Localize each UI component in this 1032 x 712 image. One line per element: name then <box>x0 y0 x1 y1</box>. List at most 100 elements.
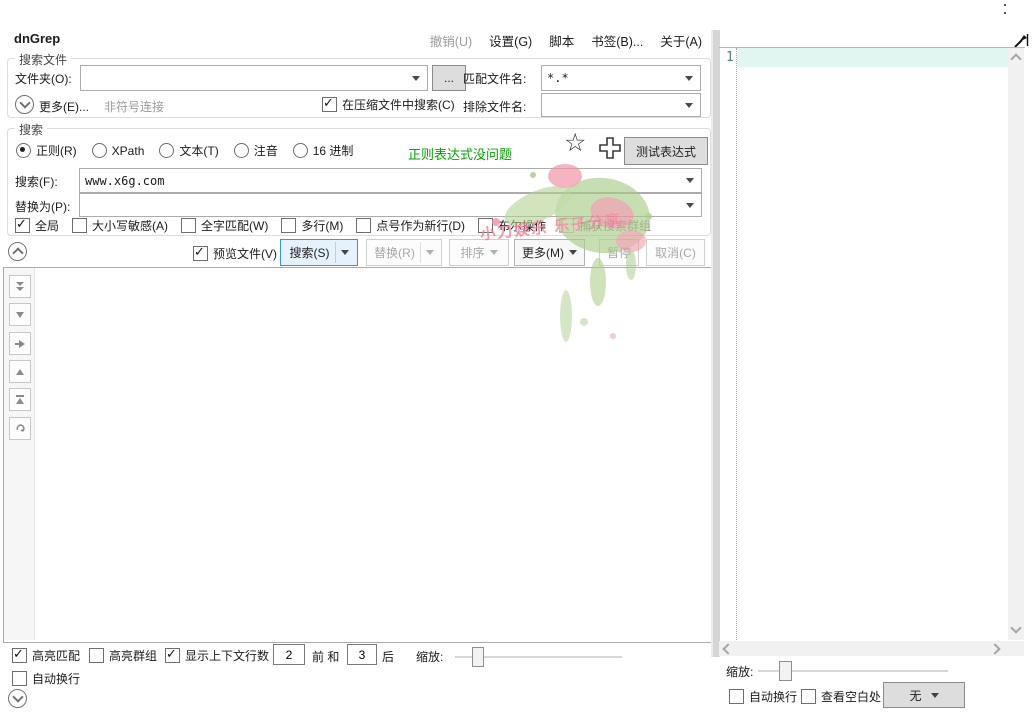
triangle-up-bar-icon <box>14 394 26 406</box>
option-case-sensitive[interactable]: 大小写敏感(A) <box>72 217 168 234</box>
menu-bar: 撤销(U) 设置(G) 脚本 书签(B)... 关于(A) <box>420 31 702 50</box>
option-whole-word[interactable]: 全字匹配(W) <box>181 217 268 234</box>
preview-wrap-checkbox[interactable]: 自动换行 <box>729 688 797 705</box>
preview-file-label: 预览文件(V) <box>213 245 277 262</box>
star-icon[interactable]: ☆ <box>564 131 586 156</box>
test-expression-button[interactable]: 测试表达式 <box>624 137 708 165</box>
pause-button[interactable]: 暂停 <box>599 239 639 266</box>
divider <box>420 242 421 263</box>
more-button[interactable]: 更多(M) <box>514 239 585 266</box>
results-options-expander-top[interactable] <box>8 242 27 261</box>
search-button[interactable]: 搜索(S) <box>280 239 358 266</box>
radio-phonetic[interactable]: 注音 <box>234 142 278 159</box>
radio-hex[interactable]: 16 进制 <box>293 142 354 159</box>
panel-splitter[interactable] <box>711 30 720 657</box>
menu-script[interactable]: 脚本 <box>549 31 574 50</box>
chevron-right-icon[interactable] <box>989 643 1000 654</box>
chevron-down-icon[interactable] <box>1010 622 1021 633</box>
option-boolean-operators[interactable]: 布尔操作 <box>478 217 546 234</box>
cancel-button-label: 取消(C) <box>655 244 696 261</box>
preview-zoom-label: 缩放: <box>726 663 753 680</box>
search-results-area[interactable] <box>3 267 712 643</box>
chevron-down-icon[interactable] <box>686 203 694 208</box>
test-expression-label: 测试表达式 <box>636 143 696 160</box>
chevron-down-icon[interactable] <box>686 178 694 183</box>
option-multiline[interactable]: 多行(M) <box>281 217 343 234</box>
preview-file-checkbox[interactable]: 预览文件(V) <box>193 245 277 262</box>
chevron-down-icon[interactable] <box>341 250 349 255</box>
sort-button-label: 排序 <box>460 244 484 261</box>
menu-bookmarks[interactable]: 书签(B)... <box>591 31 643 50</box>
results-wrap-checkbox[interactable]: 自动换行 <box>12 670 80 687</box>
menu-settings[interactable]: 设置(G) <box>489 31 532 50</box>
match-filename-label: 匹配文件名: <box>463 70 526 87</box>
folder-label: 文件夹(O): <box>15 70 72 87</box>
preview-vertical-scrollbar[interactable] <box>1008 48 1024 640</box>
app-title: dnGrep <box>14 31 60 46</box>
context-lines-checkbox[interactable]: 显示上下文行数 <box>165 647 269 664</box>
menu-about[interactable]: 关于(A) <box>660 31 702 50</box>
more-options-expander[interactable] <box>15 95 34 114</box>
nav-wrap-button[interactable] <box>9 417 31 440</box>
folder-combobox[interactable] <box>80 65 428 91</box>
cancel-button[interactable]: 取消(C) <box>646 239 705 266</box>
nav-scroll-to-bottom-button[interactable] <box>9 275 31 298</box>
chevron-left-icon[interactable] <box>722 643 733 654</box>
replace-with-label: 替换为(P): <box>15 198 70 215</box>
preview-whitespace-checkbox[interactable]: 查看空白处 <box>801 688 881 705</box>
radio-selected-icon <box>16 143 31 158</box>
nav-current-match-button[interactable] <box>9 332 31 355</box>
nav-scroll-to-top-button[interactable] <box>9 388 31 411</box>
sort-button[interactable]: 排序 <box>449 239 509 266</box>
curved-arrow-icon <box>14 422 27 435</box>
checkbox-icon <box>89 648 104 663</box>
search-for-combobox[interactable]: www.x6g.com <box>79 168 702 193</box>
preview-editor[interactable] <box>737 48 1008 640</box>
preview-zoom-slider-thumb[interactable] <box>779 661 792 681</box>
double-chevron-down-icon <box>14 281 26 293</box>
exclude-filename-combobox[interactable] <box>541 93 701 117</box>
radio-xpath[interactable]: XPath <box>92 142 145 159</box>
checkbox-icon <box>12 671 27 686</box>
results-options-expander-bottom[interactable] <box>8 689 27 708</box>
pause-button-label: 暂停 <box>607 244 631 261</box>
browse-button[interactable]: ... <box>432 65 466 91</box>
triangle-up-icon <box>14 366 26 378</box>
match-filename-combobox[interactable]: *.* <box>541 65 701 91</box>
context-after-input[interactable] <box>347 644 377 665</box>
more-options-label[interactable]: 更多(E)... <box>39 98 89 115</box>
highlight-select-dropdown[interactable]: 无 <box>883 682 965 708</box>
checkbox-checked-icon <box>193 246 208 261</box>
preview-horizontal-scrollbar[interactable] <box>719 641 1024 656</box>
add-plus-icon[interactable] <box>598 136 622 160</box>
replace-button-label: 替换(R) <box>374 244 415 261</box>
menu-undo[interactable]: 撤销(U) <box>430 31 472 50</box>
checkbox-icon <box>181 218 196 233</box>
checkbox-icon <box>72 218 87 233</box>
context-before-input[interactable] <box>273 644 305 665</box>
grip-dots-icon[interactable] <box>1004 4 1006 14</box>
search-archives-checkbox[interactable]: 在压缩文件中搜索(C) <box>322 96 455 113</box>
results-zoom-slider-thumb[interactable] <box>472 647 484 667</box>
chevron-down-icon[interactable] <box>685 103 693 108</box>
regex-status-text: 正则表达式没问题 <box>408 144 512 163</box>
nav-next-match-button[interactable] <box>9 303 31 326</box>
radio-icon <box>159 143 174 158</box>
checkbox-icon <box>356 218 371 233</box>
highlight-group-checkbox[interactable]: 高亮群组 <box>89 647 157 664</box>
option-dot-as-newline[interactable]: 点号作为新行(D) <box>356 217 465 234</box>
checkbox-icon <box>478 218 493 233</box>
option-global[interactable]: 全局 <box>15 217 59 234</box>
replace-with-combobox[interactable] <box>79 193 702 217</box>
highlight-match-checkbox[interactable]: 高亮匹配 <box>12 647 80 664</box>
replace-button[interactable]: 替换(R) <box>366 239 442 266</box>
radio-text[interactable]: 文本(T) <box>159 142 218 159</box>
chevron-up-icon[interactable] <box>1010 53 1021 64</box>
radio-regex[interactable]: 正则(R) <box>16 142 77 159</box>
file-group: 搜索文件 文件夹(O): ... 匹配文件名: *.* 更多(E)... 非符号… <box>7 58 711 118</box>
chevron-down-icon[interactable] <box>569 250 577 255</box>
search-archives-label: 在压缩文件中搜索(C) <box>342 96 455 113</box>
chevron-down-icon[interactable] <box>685 76 693 81</box>
chevron-down-icon[interactable] <box>412 76 420 81</box>
nav-previous-match-button[interactable] <box>9 360 31 383</box>
